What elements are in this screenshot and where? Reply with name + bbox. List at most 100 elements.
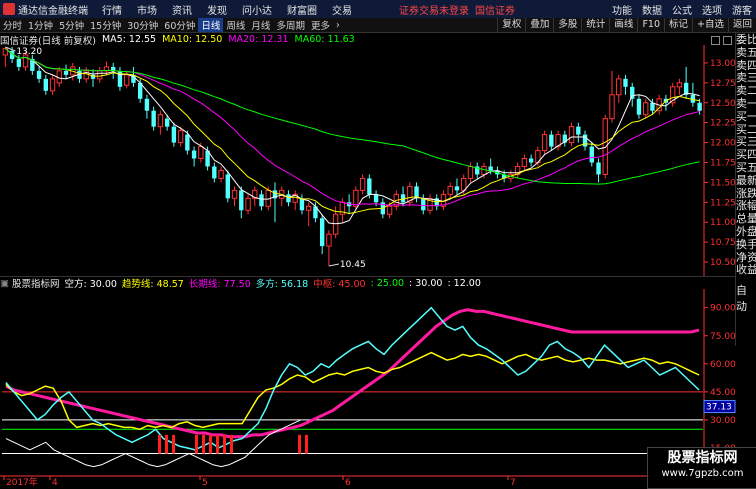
ma-line-ma10 xyxy=(5,48,700,215)
candle-body xyxy=(373,194,379,203)
candle-body xyxy=(144,98,150,111)
x-axis-label: 4 xyxy=(52,478,58,487)
candle-body xyxy=(49,78,56,92)
signal-bar xyxy=(305,434,308,454)
signal-bar xyxy=(195,434,198,454)
price-tick-label: 11.75 xyxy=(710,158,736,168)
indicator-tick-label: 75.00 xyxy=(710,332,736,342)
candle-body xyxy=(447,185,453,195)
x-axis-label: 6 xyxy=(345,478,351,487)
candle-body xyxy=(191,150,197,159)
candle-body xyxy=(319,218,325,247)
price-tick-label: 11.00 xyxy=(710,218,736,228)
candle-body xyxy=(259,194,264,207)
candle-body xyxy=(549,134,554,147)
candle-body xyxy=(386,205,393,215)
indicator-series-多方 xyxy=(5,306,700,451)
candle-body xyxy=(63,70,69,75)
indicator-tick-label: 60.00 xyxy=(710,360,736,370)
candle-body xyxy=(643,102,649,116)
candle-body xyxy=(299,198,305,211)
candle-body xyxy=(43,78,49,91)
candle-body xyxy=(212,166,217,179)
candle-body xyxy=(286,194,291,203)
candle-body xyxy=(16,58,22,67)
candle-body xyxy=(636,98,642,115)
candle-body xyxy=(630,86,635,99)
cursor-value-label: 37.13 xyxy=(706,403,732,413)
indicator-tick-label: 45.00 xyxy=(710,388,736,398)
price-tick-label: 10.75 xyxy=(710,238,736,248)
candle-body xyxy=(521,158,528,167)
price-tick-label: 12.75 xyxy=(710,79,736,89)
signal-bar xyxy=(158,434,161,454)
candle-body xyxy=(461,177,467,191)
candle-body xyxy=(596,162,601,175)
signal-bar xyxy=(209,434,212,454)
candle-body xyxy=(231,189,238,199)
ma-line-ma60 xyxy=(5,48,700,185)
signal-bar xyxy=(223,434,226,454)
candle-body xyxy=(198,146,204,160)
signal-bar xyxy=(230,434,233,454)
candle-body xyxy=(602,118,608,175)
price-tick-label: 12.00 xyxy=(710,139,736,149)
price-tick-label: 11.50 xyxy=(710,178,736,188)
candle-body xyxy=(185,134,190,151)
candle-body xyxy=(177,130,184,144)
candle-body xyxy=(481,165,487,175)
candle-body xyxy=(609,94,615,120)
candle-body xyxy=(326,233,332,247)
candle-body xyxy=(676,82,683,88)
signal-bar xyxy=(298,434,301,454)
x-axis-label: 7 xyxy=(510,478,516,487)
candle-body xyxy=(528,158,534,163)
candle-body xyxy=(171,126,177,143)
watermark-title: 股票指标网 xyxy=(667,450,738,466)
candle-body xyxy=(623,78,628,87)
candle-body xyxy=(467,165,474,179)
candle-body xyxy=(421,198,426,211)
price-tick-label: 12.25 xyxy=(710,119,736,129)
signal-bar xyxy=(172,434,175,454)
indicator-tick-label: 30.00 xyxy=(710,416,736,426)
candle-body xyxy=(225,174,230,199)
x-axis-label: 5 xyxy=(202,478,208,487)
candle-body xyxy=(541,134,548,152)
candle-body xyxy=(650,102,655,111)
candle-body xyxy=(568,126,575,144)
candle-body xyxy=(359,177,366,191)
charts-svg[interactable]: 10.50 10.75 11.00 11.25 11.50 11.75 12.00 12.25… xyxy=(0,0,756,487)
ma-line-ma5 xyxy=(5,48,700,225)
signal-bar xyxy=(216,434,219,454)
extreme-label: 10.45 xyxy=(340,260,366,270)
price-tick-label: 12.50 xyxy=(710,99,736,109)
candle-body xyxy=(305,205,312,211)
candle-body xyxy=(36,70,42,79)
candle-body xyxy=(367,178,372,195)
candle-body xyxy=(576,126,581,135)
indicator-series-趋势线 xyxy=(5,308,700,439)
candle-body xyxy=(97,70,103,80)
price-tick-label: 10.50 xyxy=(710,258,736,268)
candle-body xyxy=(488,166,493,171)
candle-body xyxy=(353,189,359,207)
price-tick-label: 11.25 xyxy=(710,198,736,208)
candle-body xyxy=(589,146,594,163)
candle-body xyxy=(218,169,224,179)
candle-body xyxy=(245,197,251,211)
candle-body xyxy=(124,74,130,86)
site-watermark: 股票指标网 www.7gpzb.com xyxy=(647,447,756,489)
candle-body xyxy=(157,114,164,128)
indicator-tick-label: 90.00 xyxy=(710,304,736,314)
candle-body xyxy=(454,186,460,191)
extreme-pointer xyxy=(328,263,340,267)
candle-body xyxy=(616,78,622,96)
price-tick-label: 13.00 xyxy=(710,59,736,69)
indicator-series-长期线 xyxy=(5,351,700,431)
candle-body xyxy=(582,134,588,147)
watermark-url: www.7gpzb.com xyxy=(661,468,744,479)
signal-bar xyxy=(202,434,205,454)
signal-bar xyxy=(165,434,168,454)
candle-body xyxy=(697,102,702,111)
